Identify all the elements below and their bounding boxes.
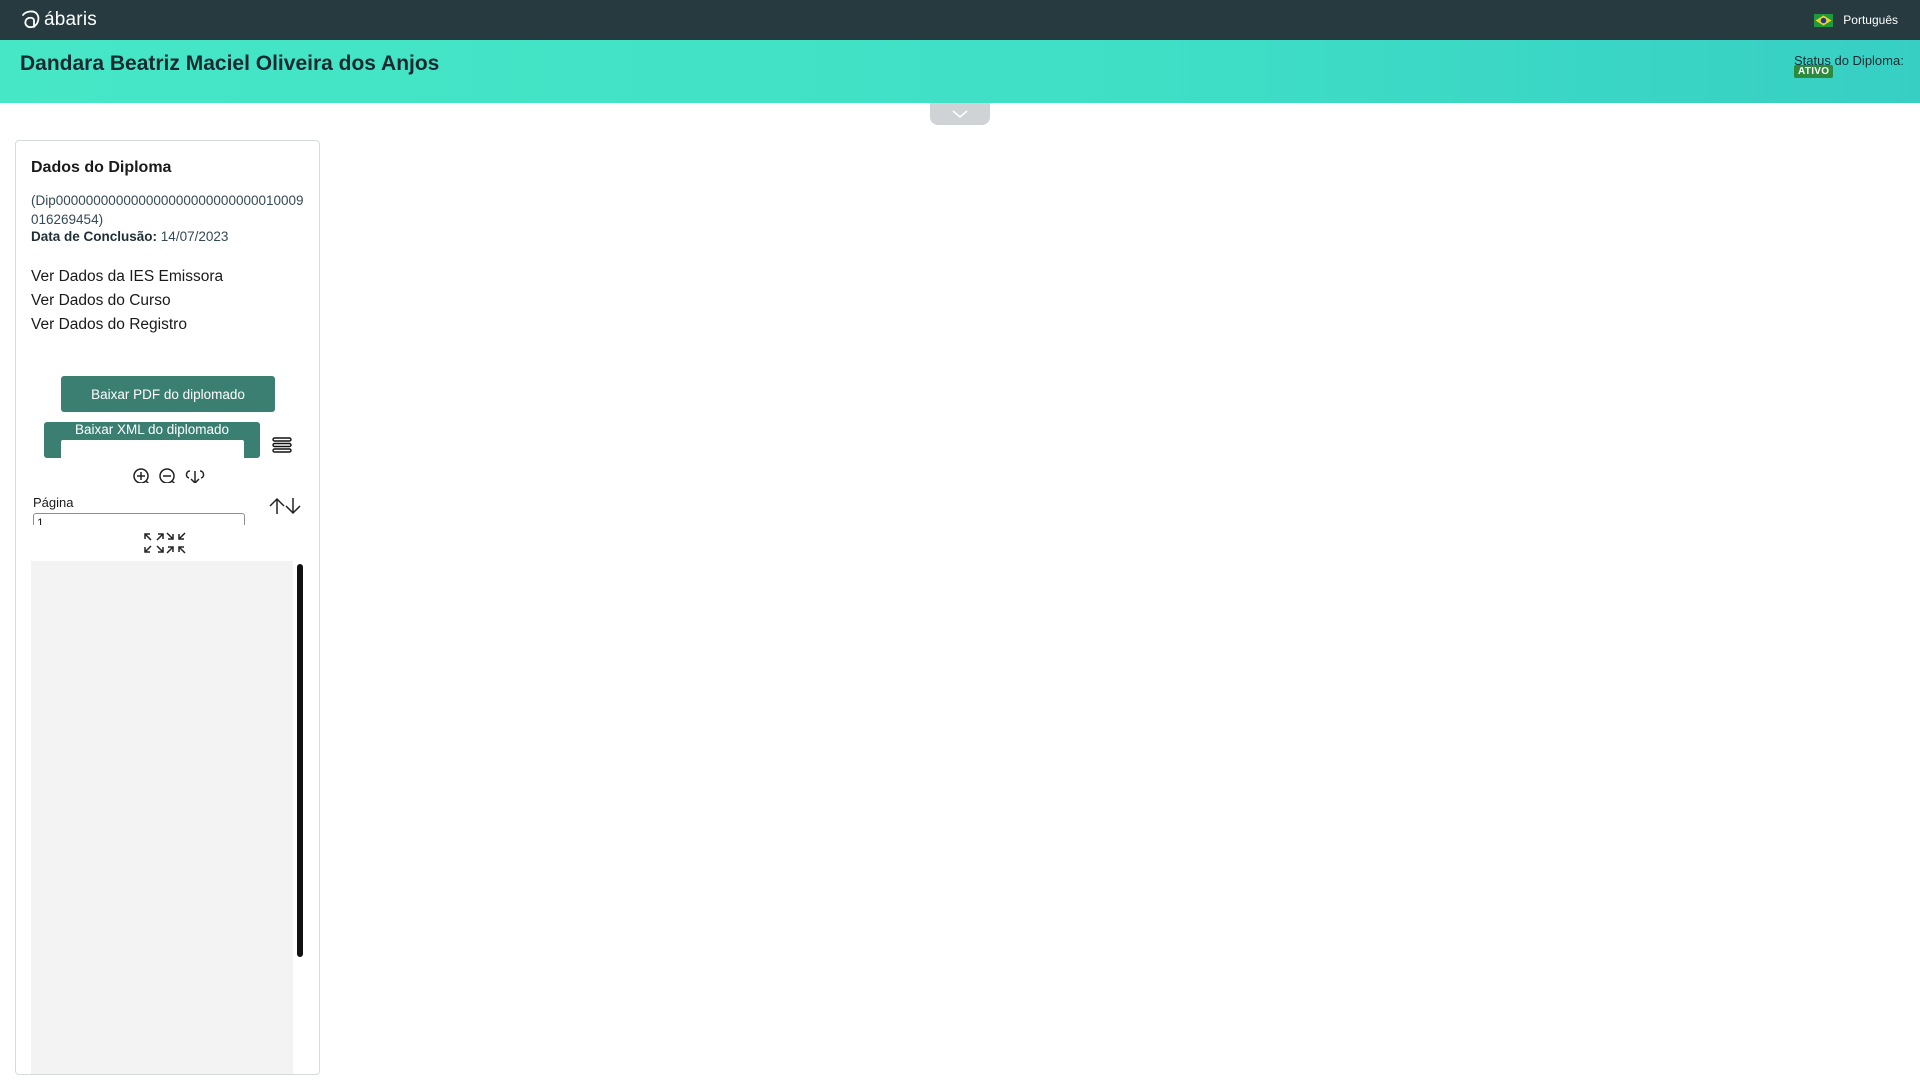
detail-links: Ver Dados da IES Emissora Ver Dados do C…: [31, 265, 223, 337]
header-expand-toggle[interactable]: [930, 103, 990, 125]
download-pdf-button[interactable]: Baixar PDF do diplomado: [61, 376, 275, 412]
language-selector[interactable]: Português: [1814, 13, 1898, 27]
zoom-out-icon[interactable]: [157, 467, 181, 483]
collapse-icon[interactable]: [165, 531, 187, 555]
link-dados-registro[interactable]: Ver Dados do Registro: [31, 313, 223, 337]
conclusion-label: Data de Conclusão:: [31, 229, 158, 244]
diploma-status: Status do Diploma: ATIVO: [1794, 53, 1906, 78]
viewer-scrollbar[interactable]: [297, 564, 303, 957]
conclusion-date: Data de Conclusão: 14/07/2023: [31, 229, 228, 244]
graduate-name: Dandara Beatriz Maciel Oliveira dos Anjo…: [20, 52, 440, 75]
abaris-logo-icon: [20, 9, 42, 31]
status-badge: ATIVO: [1794, 65, 1834, 78]
document-viewer[interactable]: [31, 561, 293, 1074]
diploma-id: (Dip000000000000000000000000000010009016…: [31, 193, 304, 227]
page-label: Página: [33, 495, 74, 510]
link-dados-curso[interactable]: Ver Dados do Curso: [31, 289, 223, 313]
diploma-header: Dandara Beatriz Maciel Oliveira dos Anjo…: [0, 40, 1920, 103]
zoom-in-icon[interactable]: [131, 467, 155, 483]
link-ies-emissora[interactable]: Ver Dados da IES Emissora: [31, 265, 223, 289]
page-navigation-icon[interactable]: [268, 496, 304, 516]
fullscreen-controls: [143, 531, 187, 555]
conclusion-value: 14/07/2023: [160, 229, 229, 244]
language-label: Português: [1843, 13, 1898, 27]
page-number-input[interactable]: 1: [33, 513, 245, 525]
diploma-panel: Dados do Diploma (Dip0000000000000000000…: [15, 140, 320, 1075]
top-bar: ábaris Português: [0, 0, 1920, 40]
chevron-down-icon: [952, 109, 968, 119]
expand-icon[interactable]: [143, 531, 165, 555]
brand[interactable]: ábaris: [20, 9, 97, 31]
download-xml-label: Baixar XML do diplomado: [74, 422, 230, 437]
brand-name: ábaris: [44, 9, 97, 30]
menu-icon[interactable]: [271, 434, 293, 456]
viewer-toolbar-overlay: [61, 440, 244, 459]
panel-title: Dados do Diploma: [31, 159, 172, 176]
brazil-flag-icon: [1814, 13, 1834, 27]
zoom-controls: [131, 467, 207, 483]
download-icon[interactable]: [183, 467, 207, 483]
